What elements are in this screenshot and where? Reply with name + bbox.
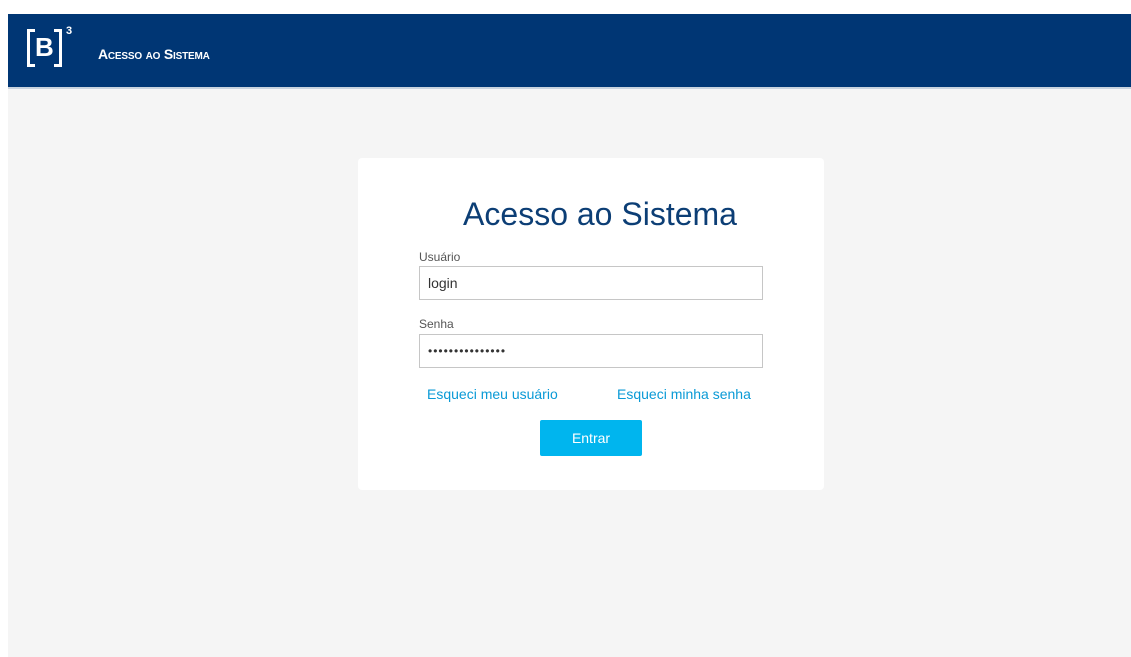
login-button[interactable]: Entrar xyxy=(540,420,642,456)
header-title: Acesso ao Sistema xyxy=(98,46,210,62)
password-field[interactable] xyxy=(419,334,763,368)
logo-left-bracket xyxy=(27,29,35,67)
login-card: Acesso ao Sistema Usuário Senha Esqueci … xyxy=(358,158,824,490)
password-label: Senha xyxy=(419,317,454,331)
login-title: Acesso ao Sistema xyxy=(463,196,737,232)
b3-logo: B 3 xyxy=(27,25,83,69)
logo-letter: B xyxy=(35,32,54,62)
logo-superscript: 3 xyxy=(66,25,73,37)
forgot-password-link[interactable]: Esqueci minha senha xyxy=(617,386,751,402)
logo-right-bracket xyxy=(54,29,62,67)
top-header: B 3 Acesso ao Sistema xyxy=(8,14,1131,89)
page-background: B 3 Acesso ao Sistema Acesso ao Sistema … xyxy=(8,14,1131,657)
forgot-username-link[interactable]: Esqueci meu usuário xyxy=(427,386,558,402)
username-label: Usuário xyxy=(419,250,461,264)
username-field[interactable] xyxy=(419,266,763,300)
